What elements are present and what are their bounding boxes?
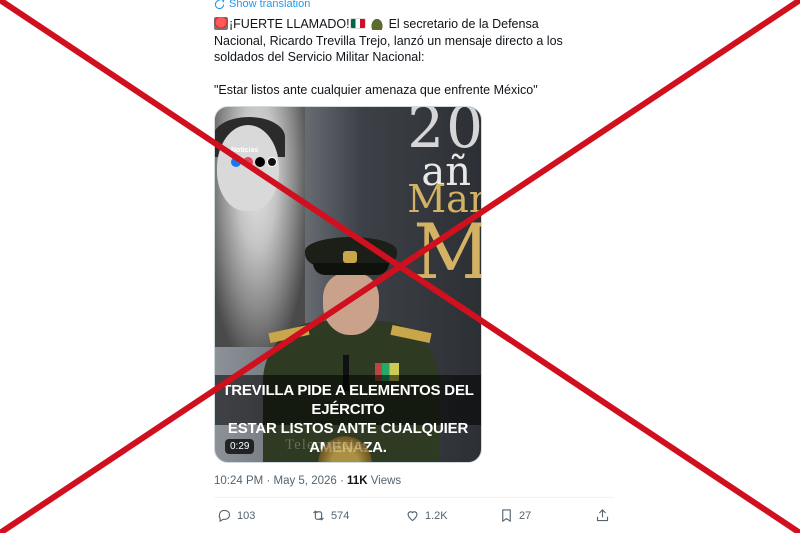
like-button[interactable]: 1.2K	[405, 508, 448, 523]
tweet-quote: "Estar listos ante cualquier amenaza que…	[214, 82, 538, 97]
officer-cap-brim	[313, 263, 389, 275]
news-logo: Noticias	[231, 147, 259, 154]
video-player[interactable]: 20 añ Mar M Noticias TREVILLA PIDE A ELE…	[214, 106, 482, 463]
tweet-text: ¡FUERTE LLAMADO! El secretario de la Def…	[214, 16, 594, 114]
officer-face	[323, 273, 379, 335]
helmet-emoji-icon	[370, 17, 385, 30]
caption-line-1: TREVILLA PIDE A ELEMENTOS DEL EJÉRCITO	[222, 382, 474, 418]
reply-button[interactable]: 103	[217, 508, 255, 523]
tweet-meta: 10:24 PM · May 5, 2026 · 11K Views	[214, 475, 401, 487]
show-translation-label[interactable]: Show translation	[229, 0, 310, 10]
retweet-count: 574	[331, 509, 350, 522]
retweet-icon	[313, 510, 324, 521]
share-icon	[596, 509, 609, 522]
video-watermark: Telenoticias	[285, 437, 370, 453]
bookmark-count: 27	[519, 509, 532, 522]
action-bar: 103 574 1.2K 27	[214, 508, 614, 526]
bookmark-button[interactable]: 27	[499, 508, 531, 523]
retweet-button[interactable]: 574	[311, 508, 349, 523]
like-count: 1.2K	[425, 509, 448, 522]
reply-count: 103	[237, 509, 256, 522]
heart-icon	[407, 511, 418, 522]
tweet-card: Show translation ¡FUERTE LLAMADO! El sec…	[0, 0, 800, 533]
video-duration-badge: 0:29	[225, 439, 255, 454]
tweet-date[interactable]: May 5, 2026	[273, 475, 336, 487]
mexico-flag-icon	[349, 18, 366, 29]
meta-separator: ·	[339, 475, 344, 487]
tiktok-icon	[255, 157, 265, 167]
social-icons	[231, 157, 277, 167]
meta-separator: ·	[266, 475, 271, 487]
facebook-icon	[231, 157, 241, 167]
portrait-face	[217, 125, 279, 211]
divider	[214, 497, 614, 498]
instagram-icon	[243, 157, 253, 167]
bookmark-icon	[502, 509, 511, 523]
share-button[interactable]	[595, 508, 610, 523]
tweet-time[interactable]: 10:24 PM	[214, 475, 263, 487]
translate-icon	[214, 0, 225, 9]
x-logo-icon	[267, 157, 277, 167]
tweet-paragraph-1: ¡FUERTE LLAMADO! El secretario de la Def…	[214, 16, 594, 66]
views-count: 11K	[347, 475, 368, 487]
show-translation-link[interactable]: Show translation	[214, 0, 310, 10]
tweet-headline: ¡FUERTE LLAMADO!	[229, 17, 350, 31]
officer-cap-badge	[343, 251, 357, 263]
reply-icon	[218, 509, 231, 523]
views-label: Views	[370, 475, 402, 487]
siren-emoji-icon	[214, 17, 228, 30]
